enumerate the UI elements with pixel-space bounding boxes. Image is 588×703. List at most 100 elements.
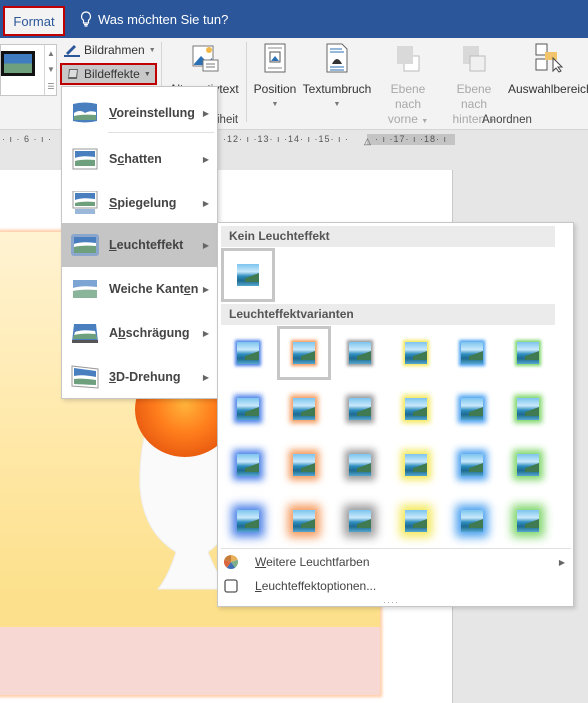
glow-variant-option[interactable] bbox=[221, 382, 275, 436]
send-backward-label-1: Ebene nach bbox=[456, 82, 492, 111]
glow-variant-option[interactable] bbox=[501, 494, 555, 548]
glow-icon bbox=[71, 234, 99, 256]
glow-variant-option[interactable] bbox=[277, 438, 331, 492]
more-glow-colors-label: Weitere Leuchtfarben bbox=[255, 555, 370, 569]
tell-me-label: Was möchten Sie tun? bbox=[98, 11, 229, 27]
glow-preview-thumbnail bbox=[237, 264, 259, 286]
glow-preview-thumbnail bbox=[349, 342, 371, 364]
ruler-ticks-left: · ı · 6 · ı · bbox=[2, 134, 52, 144]
right-indent-marker-icon[interactable]: △ bbox=[364, 136, 371, 147]
menu-item-3d-rotation[interactable]: 3D-Drehung ▶ bbox=[62, 355, 217, 399]
resize-grip-icon[interactable]: ···· bbox=[383, 597, 399, 607]
no-glow-option[interactable] bbox=[221, 248, 275, 302]
glow-options-item[interactable]: Leuchteffektoptionen... bbox=[218, 575, 573, 597]
glow-variant-option[interactable] bbox=[277, 382, 331, 436]
glow-variant-option[interactable] bbox=[221, 494, 275, 548]
glow-variant-option[interactable] bbox=[221, 326, 275, 380]
menu-item-label: Voreinstellung bbox=[109, 106, 195, 120]
glow-variant-option[interactable] bbox=[333, 494, 387, 548]
selection-pane-label: Auswahlbereich bbox=[508, 82, 588, 96]
effects-icon bbox=[68, 69, 78, 79]
menu-item-label: Abschrägung bbox=[109, 326, 190, 340]
menu-item-soft-edges[interactable]: Weiche Kanten ▶ bbox=[62, 267, 217, 311]
bring-forward-icon bbox=[397, 46, 420, 72]
glow-variant-option[interactable] bbox=[389, 382, 443, 436]
menu-item-bevel[interactable]: Abschrägung ▶ bbox=[62, 311, 217, 355]
menu-item-preset[interactable]: Voreinstellung ▶ bbox=[62, 91, 217, 135]
glow-variant-option[interactable] bbox=[333, 438, 387, 492]
submenu-arrow-icon: ▶ bbox=[202, 372, 209, 382]
glow-preview-thumbnail bbox=[461, 454, 483, 476]
selection-pane-icon bbox=[535, 43, 564, 73]
menu-item-label: Spiegelung bbox=[109, 196, 177, 210]
glow-variant-option[interactable] bbox=[501, 382, 555, 436]
glow-preview-thumbnail bbox=[405, 342, 427, 364]
glow-options-label: Leuchteffektoptionen... bbox=[255, 579, 377, 593]
3d-rotation-icon bbox=[71, 365, 99, 389]
glow-variant-option[interactable] bbox=[501, 438, 555, 492]
options-box-icon bbox=[224, 579, 238, 593]
glow-variant-option[interactable] bbox=[501, 326, 555, 380]
picture-style-thumbnail[interactable] bbox=[1, 51, 35, 76]
glow-variant-option[interactable] bbox=[277, 494, 331, 548]
selection-pane-button[interactable]: Auswahlbereich bbox=[508, 42, 588, 97]
pen-border-icon bbox=[64, 45, 80, 57]
position-button[interactable]: Position ▼ bbox=[252, 42, 298, 112]
glow-preview-thumbnail bbox=[349, 398, 371, 420]
glow-variant-option[interactable] bbox=[277, 326, 331, 380]
position-icon bbox=[264, 43, 286, 73]
gallery-down-icon[interactable]: ▼ bbox=[47, 65, 55, 74]
glow-preview-thumbnail bbox=[293, 510, 315, 532]
picture-border-button[interactable]: Bildrahmen ▼ bbox=[64, 43, 156, 57]
tab-format[interactable]: Format bbox=[3, 6, 65, 36]
glow-variant-option[interactable] bbox=[333, 382, 387, 436]
menu-item-label: Leuchteffekt bbox=[109, 238, 184, 252]
glow-preview-thumbnail bbox=[405, 510, 427, 532]
picture-styles-gallery[interactable]: ▲ ▼ ☰ bbox=[0, 44, 57, 96]
picture-table-surface bbox=[0, 627, 380, 695]
dropdown-arrow-icon: ▼ bbox=[271, 101, 279, 108]
menu-item-reflection[interactable]: Spiegelung ▶ bbox=[62, 181, 217, 225]
preset-icon bbox=[73, 102, 97, 123]
color-palette-icon bbox=[223, 554, 239, 570]
glow-preview-thumbnail bbox=[517, 398, 539, 420]
picture-effects-label: Bildeffekte bbox=[84, 67, 140, 81]
gallery-scrollbar[interactable]: ▲ ▼ ☰ bbox=[44, 45, 57, 95]
arrange-group-label: Anordnen bbox=[482, 114, 532, 126]
glow-variants-header: Leuchteffektvarianten bbox=[221, 304, 555, 325]
glow-submenu: Kein Leuchteffekt Leuchteffektvarianten … bbox=[217, 222, 574, 607]
glow-variant-option[interactable] bbox=[389, 438, 443, 492]
ruler-ticks-shaded: · ı ·17· ı ·18· ı bbox=[375, 134, 448, 144]
glow-variant-option[interactable] bbox=[221, 438, 275, 492]
menu-separator bbox=[221, 548, 571, 549]
glow-preview-thumbnail bbox=[237, 398, 259, 420]
glow-variant-option[interactable] bbox=[445, 326, 499, 380]
reflection-icon bbox=[72, 191, 98, 214]
soft-edges-icon bbox=[73, 280, 97, 298]
bring-forward-button[interactable]: Ebene nach vorne ▼ bbox=[376, 42, 440, 129]
glow-preview-thumbnail bbox=[349, 510, 371, 532]
glow-variant-option[interactable] bbox=[445, 382, 499, 436]
glow-variant-option[interactable] bbox=[389, 326, 443, 380]
menu-item-glow[interactable]: Leuchteffekt ▶ bbox=[62, 223, 217, 267]
more-glow-colors-item[interactable]: Weitere Leuchtfarben ▶ bbox=[218, 551, 573, 573]
submenu-arrow-icon: ▶ bbox=[202, 154, 209, 164]
glow-variant-option[interactable] bbox=[445, 494, 499, 548]
glow-preview-thumbnail bbox=[461, 510, 483, 532]
submenu-arrow-icon: ▶ bbox=[202, 108, 209, 118]
gallery-up-icon[interactable]: ▲ bbox=[47, 49, 55, 58]
wrap-text-button[interactable]: Textumbruch ▼ bbox=[301, 42, 373, 112]
tell-me-search[interactable]: Was möchten Sie tun? bbox=[80, 11, 228, 27]
menu-item-shadow[interactable]: Schatten ▶ bbox=[62, 137, 217, 181]
glow-variant-option[interactable] bbox=[389, 494, 443, 548]
gallery-more-icon[interactable]: ☰ bbox=[47, 82, 54, 91]
glow-preview-thumbnail bbox=[461, 342, 483, 364]
wrap-text-icon bbox=[326, 43, 348, 73]
glow-preview-thumbnail bbox=[461, 398, 483, 420]
glow-variant-option[interactable] bbox=[333, 326, 387, 380]
picture-effects-button[interactable]: Bildeffekte ▼ bbox=[60, 63, 157, 85]
submenu-arrow-icon: ▶ bbox=[202, 198, 209, 208]
group-separator bbox=[246, 42, 247, 122]
glow-variant-option[interactable] bbox=[445, 438, 499, 492]
glow-preview-thumbnail bbox=[293, 398, 315, 420]
